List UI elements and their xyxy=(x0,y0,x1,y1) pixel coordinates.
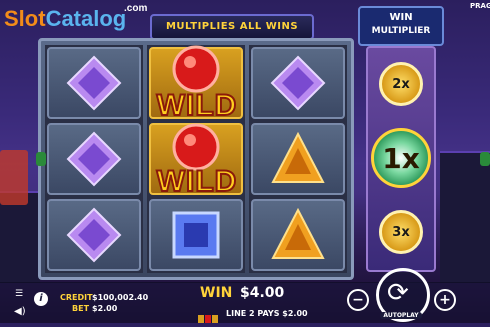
autoplay-button[interactable]: AUTOPLAY xyxy=(380,312,422,319)
spin-arrows-icon: ⟳ xyxy=(387,278,409,308)
neon-sign xyxy=(0,150,28,205)
reel-1 xyxy=(45,45,143,273)
purple-gem-icon xyxy=(66,55,122,111)
active-multiplier-coin: 1x xyxy=(371,128,431,188)
reel-cell xyxy=(47,123,141,195)
win-multiplier-header: WIN MULTIPLIER xyxy=(358,6,444,46)
reel-cell xyxy=(149,199,243,271)
increase-bet-button[interactable]: + xyxy=(434,289,456,311)
provider-label: PRAG xyxy=(470,2,490,10)
multiplier-coin: 2x xyxy=(379,62,423,106)
orange-gem-icon xyxy=(271,208,325,259)
orange-gem-icon xyxy=(271,132,325,183)
reel-cell: WILD xyxy=(149,123,243,199)
reel-cell xyxy=(47,199,141,271)
win-multiplier-panel: WIN MULTIPLIER 2x 1x 3x xyxy=(356,6,444,276)
reel-cell xyxy=(251,199,345,271)
win-multiplier-title-bottom: MULTIPLIER xyxy=(371,26,431,36)
wild-label: WILD xyxy=(156,164,238,199)
info-icon[interactable]: i xyxy=(34,292,48,306)
sound-icon[interactable]: ◀) xyxy=(14,306,26,317)
purple-gem-icon xyxy=(270,55,326,111)
purple-gem-icon xyxy=(66,207,122,263)
reel-cell: WILD xyxy=(149,45,243,123)
win-value: $4.00 xyxy=(240,285,285,301)
win-multiplier-title-top: WIN xyxy=(389,12,413,23)
reel-2: WILD WILD xyxy=(147,45,245,273)
credit-label: CREDIT xyxy=(60,293,93,302)
multiplies-all-wins-banner: MULTIPLIES ALL WINS xyxy=(150,14,314,40)
credit-value: $100,002.40 xyxy=(92,293,149,302)
reel-3 xyxy=(249,45,347,273)
blue-gem-icon xyxy=(172,211,220,259)
decrease-bet-button[interactable]: − xyxy=(347,289,369,311)
bet-value: $2.00 xyxy=(92,304,118,313)
slotcatalog-watermark: SlotCatalog .com xyxy=(4,3,148,31)
reel-cell xyxy=(251,123,345,195)
line-pays-text: LINE 2 PAYS $2.00 xyxy=(226,309,308,318)
reel-cell xyxy=(251,47,345,119)
reel-frame: WILD WILD xyxy=(38,38,354,280)
reel-cell xyxy=(47,47,141,119)
multiplier-coin: 3x xyxy=(379,210,423,254)
multiplier-reel: 2x 1x 3x xyxy=(366,46,436,272)
wild-label: WILD xyxy=(156,88,238,123)
bet-label: BET xyxy=(72,304,90,313)
red-gem-icon xyxy=(172,45,220,93)
winning-symbols-icon xyxy=(198,308,220,323)
win-label: WIN xyxy=(200,285,233,301)
purple-gem-icon xyxy=(66,131,122,187)
menu-icon[interactable]: ☰ xyxy=(15,290,24,299)
right-arrow-icon xyxy=(480,152,490,166)
left-arrow-icon xyxy=(36,152,46,166)
building xyxy=(440,151,490,283)
